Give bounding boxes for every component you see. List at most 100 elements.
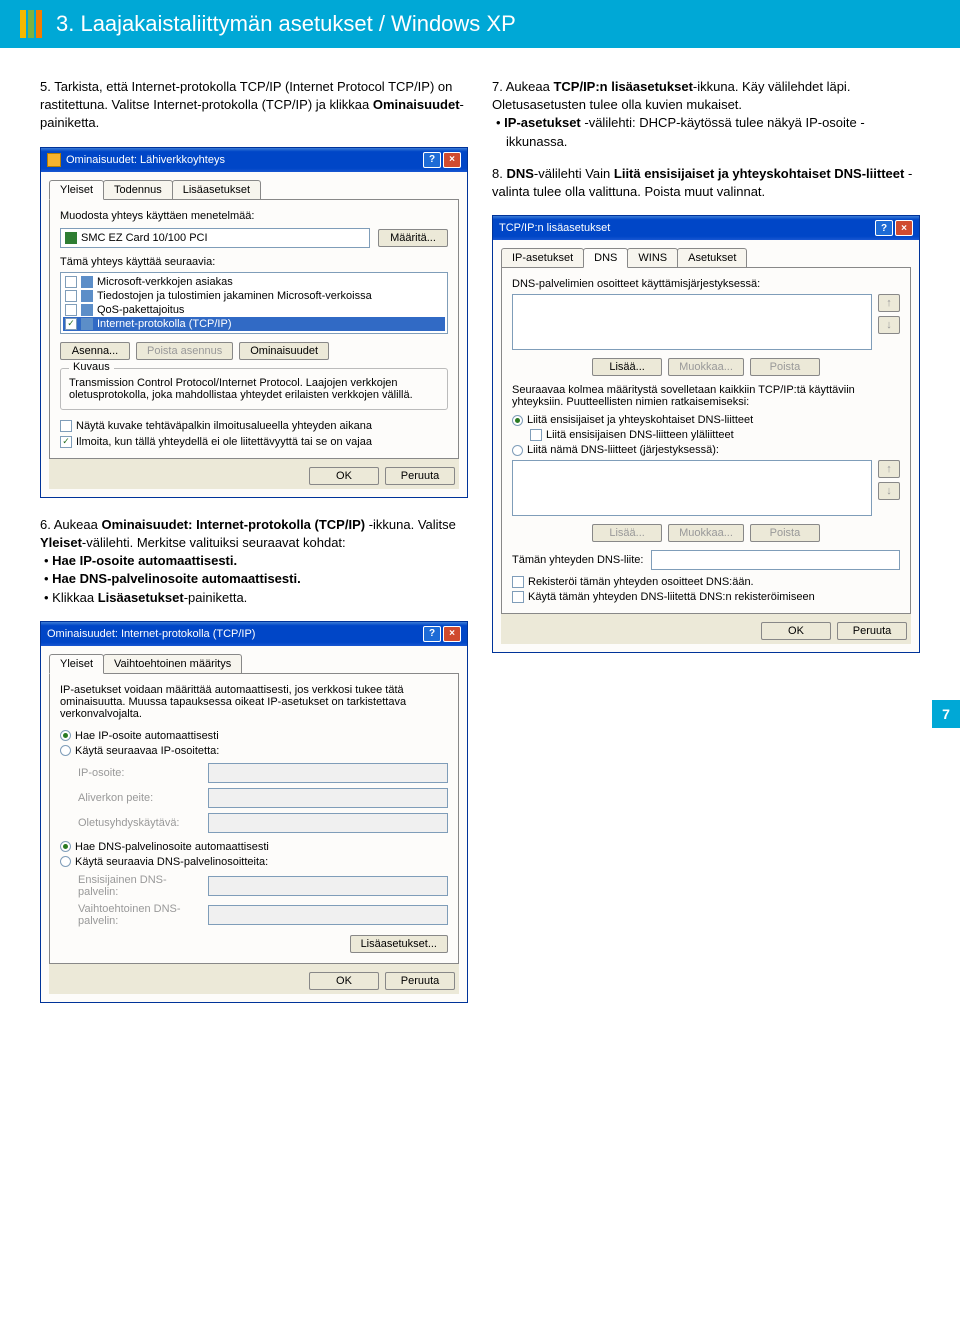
description-group: Kuvaus Transmission Control Protocol/Int… [60, 368, 448, 410]
advanced-button[interactable]: Lisäasetukset... [350, 935, 448, 953]
suffix-input[interactable] [651, 550, 900, 570]
window-lan-properties: Ominaisuudet: Lähiverkkoyhteys ? × Yleis… [40, 147, 468, 498]
titlebar[interactable]: Ominaisuudet: Lähiverkkoyhteys ? × [41, 148, 467, 172]
tab-todennus[interactable]: Todennus [103, 180, 173, 199]
cancel-button[interactable]: Peruuta [385, 467, 455, 485]
add-button[interactable]: Lisää... [592, 524, 662, 542]
suffix-label: Tämän yhteyden DNS-liite: [512, 554, 643, 566]
use-suffix-row[interactable]: Käytä tämän yhteyden DNS-liitettä DNS:n … [512, 591, 900, 603]
close-button[interactable]: × [895, 220, 913, 236]
move-up-button[interactable]: ↑ [878, 294, 900, 312]
dns1-label: Ensisijainen DNS-palvelin: [78, 874, 198, 898]
cancel-button[interactable]: Peruuta [385, 972, 455, 990]
radio-append-these[interactable]: Liitä nämä DNS-liitteet (järjestyksessä)… [512, 444, 900, 456]
show-icon-row[interactable]: Näytä kuvake tehtäväpalkin ilmoitusaluee… [60, 420, 448, 432]
uninstall-button[interactable]: Poista asennus [136, 342, 233, 360]
tab-ip[interactable]: IP-asetukset [501, 248, 584, 267]
help-button[interactable]: ? [423, 152, 441, 168]
window-tcpip-properties: Ominaisuudet: Internet-protokolla (TCP/I… [40, 621, 468, 1003]
window-icon [47, 153, 61, 167]
tabs: Yleiset Vaihtoehtoinen määritys [49, 654, 459, 674]
help-button[interactable]: ? [875, 220, 893, 236]
tab-asetukset[interactable]: Asetukset [677, 248, 747, 267]
list-item[interactable]: Microsoft-verkkojen asiakas [63, 275, 445, 289]
ok-button[interactable]: OK [761, 622, 831, 640]
cancel-button[interactable]: Peruuta [837, 622, 907, 640]
tab-yleiset[interactable]: Yleiset [49, 654, 104, 674]
step-5: 5. Tarkista, että Internet-protokolla TC… [40, 78, 468, 133]
tab-wins[interactable]: WINS [627, 248, 678, 267]
radio-ip-auto[interactable]: Hae IP-osoite automaattisesti [60, 730, 448, 742]
help-button[interactable]: ? [423, 626, 441, 642]
checkbox[interactable]: ✓ [60, 436, 72, 448]
intro-text: IP-asetukset voidaan määrittää automaatt… [60, 684, 448, 720]
tab-vaihtoehtoinen[interactable]: Vaihtoehtoinen määritys [103, 654, 242, 673]
adapter-field[interactable]: SMC EZ Card 10/100 PCI [60, 228, 370, 248]
description-text: Transmission Control Protocol/Internet P… [69, 377, 439, 401]
checkbox[interactable] [60, 420, 72, 432]
radio-append-primary[interactable]: Liitä ensisijaiset ja yhteyskohtaiset DN… [512, 414, 900, 426]
tab-yleiset[interactable]: Yleiset [49, 180, 104, 200]
checkbox[interactable]: ✓ [65, 318, 77, 330]
checkbox[interactable] [65, 304, 77, 316]
tab-lisaasetukset[interactable]: Lisäasetukset [172, 180, 261, 199]
list-item[interactable]: Tiedostojen ja tulostimien jakaminen Mic… [63, 289, 445, 303]
list-item[interactable]: QoS-pakettajoitus [63, 303, 445, 317]
add-button[interactable]: Lisää... [592, 358, 662, 376]
checkbox[interactable] [65, 290, 77, 302]
move-up-button[interactable]: ↑ [878, 460, 900, 478]
nic-icon [65, 232, 77, 244]
description-title: Kuvaus [69, 361, 114, 373]
window-title: Ominaisuudet: Internet-protokolla (TCP/I… [47, 628, 255, 640]
ip-label: IP-osoite: [78, 767, 198, 779]
close-button[interactable]: × [443, 152, 461, 168]
delete-button[interactable]: Poista [750, 524, 820, 542]
dns-order-label: DNS-palvelimien osoitteet käyttämisjärje… [512, 278, 900, 290]
move-down-button[interactable]: ↓ [878, 482, 900, 500]
tab-dns[interactable]: DNS [583, 248, 628, 268]
window-title: Ominaisuudet: Lähiverkkoyhteys [66, 154, 225, 166]
connect-using-label: Muodosta yhteys käyttäen menetelmää: [60, 210, 448, 222]
mask-label: Aliverkon peite: [78, 792, 198, 804]
step-8: 8. DNS-välilehti Vain Liitä ensisijaiset… [492, 165, 920, 201]
delete-button[interactable]: Poista [750, 358, 820, 376]
install-button[interactable]: Asenna... [60, 342, 130, 360]
uses-label: Tämä yhteys käyttää seuraavia: [60, 256, 448, 268]
radio-ip-manual[interactable]: Käytä seuraavaa IP-osoitetta: [60, 745, 448, 757]
step-6: 6. Aukeaa Ominaisuudet: Internet-protoko… [40, 516, 468, 607]
gw-label: Oletusyhdyskäytävä: [78, 817, 198, 829]
section-header: 3. Laajakaistaliittymän asetukset / Wind… [0, 0, 960, 48]
gw-field [208, 813, 448, 833]
list-item-tcpip[interactable]: ✓ Internet-protokolla (TCP/IP) [63, 317, 445, 331]
register-row[interactable]: Rekisteröi tämän yhteyden osoitteet DNS:… [512, 576, 900, 588]
window-tcpip-advanced: TCP/IP:n lisäasetukset ? × IP-asetukset … [492, 215, 920, 653]
close-button[interactable]: × [443, 626, 461, 642]
window-title: TCP/IP:n lisäasetukset [499, 222, 610, 234]
checkbox[interactable] [65, 276, 77, 288]
configure-button[interactable]: Määritä... [378, 229, 448, 247]
sub-append-parent[interactable]: Liitä ensisijaisen DNS-liitteen yläliitt… [512, 429, 900, 441]
ok-button[interactable]: OK [309, 972, 379, 990]
page-number-badge: 7 [932, 700, 960, 728]
ok-button[interactable]: OK [309, 467, 379, 485]
section-title: 3. Laajakaistaliittymän asetukset / Wind… [56, 11, 516, 37]
move-down-button[interactable]: ↓ [878, 316, 900, 334]
step-7: 7. Aukeaa TCP/IP:n lisäasetukset-ikkuna.… [492, 78, 920, 151]
client-icon [81, 276, 93, 288]
edit-button[interactable]: Muokkaa... [668, 358, 744, 376]
tcpip-icon [81, 318, 93, 330]
dns-suffix-list[interactable] [512, 460, 872, 516]
notify-row[interactable]: ✓Ilmoita, kun tällä yhteydellä ei ole li… [60, 436, 448, 448]
three-settings-text: Seuraavaa kolmea määritystä sovelletaan … [512, 384, 900, 408]
mask-field [208, 788, 448, 808]
properties-button[interactable]: Ominaisuudet [239, 342, 329, 360]
dns-servers-list[interactable] [512, 294, 872, 350]
edit-button[interactable]: Muokkaa... [668, 524, 744, 542]
radio-dns-auto[interactable]: Hae DNS-palvelinosoite automaattisesti [60, 841, 448, 853]
titlebar[interactable]: Ominaisuudet: Internet-protokolla (TCP/I… [41, 622, 467, 646]
sharing-icon [81, 290, 93, 302]
components-list[interactable]: Microsoft-verkkojen asiakas Tiedostojen … [60, 272, 448, 334]
radio-dns-manual[interactable]: Käytä seuraavia DNS-palvelinosoitteita: [60, 856, 448, 868]
dns2-field [208, 905, 448, 925]
titlebar[interactable]: TCP/IP:n lisäasetukset ? × [493, 216, 919, 240]
